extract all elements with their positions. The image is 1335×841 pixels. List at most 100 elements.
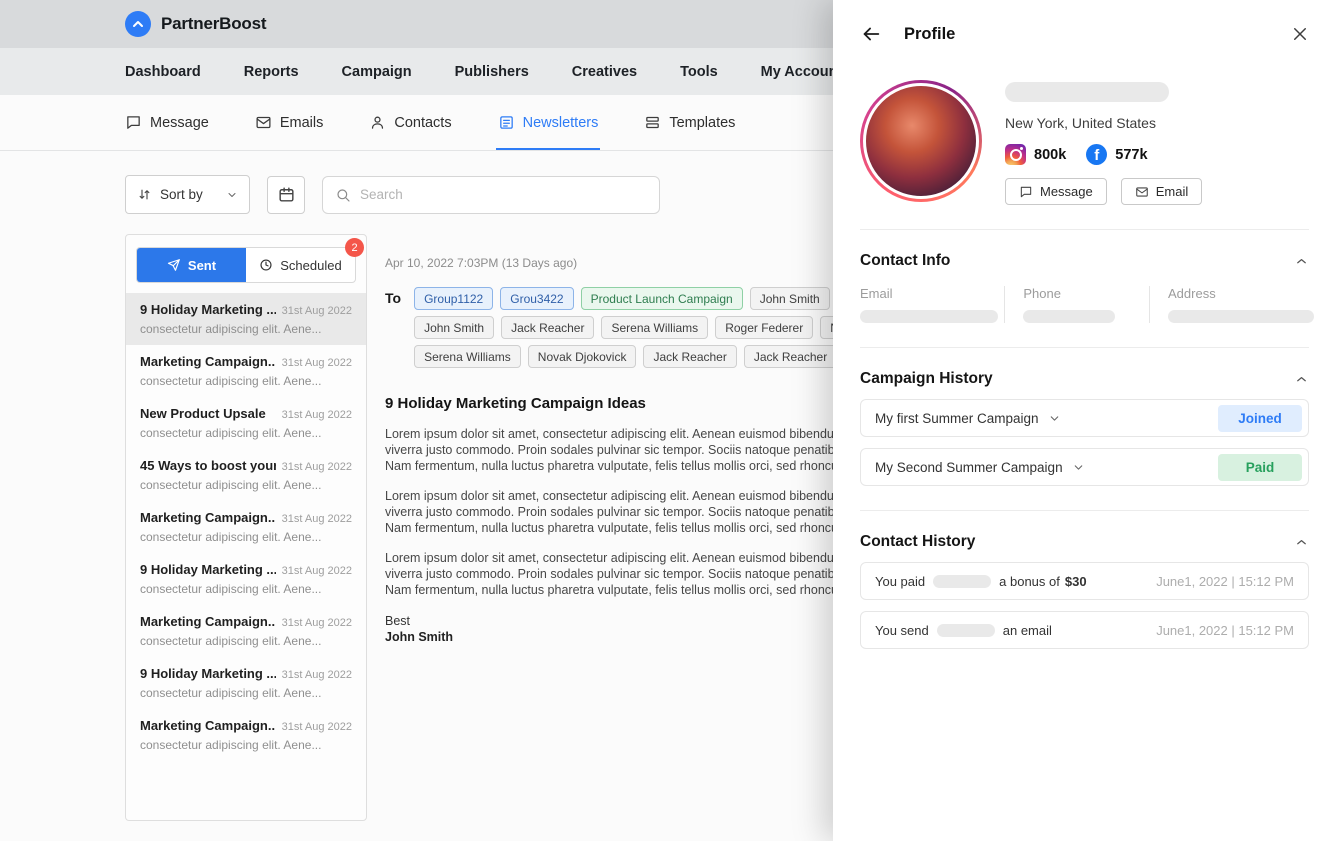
recipient-chip[interactable]: Jack Reacher bbox=[501, 316, 594, 339]
name-skeleton bbox=[1005, 82, 1169, 102]
campaign-row[interactable]: My first Summer Campaign Joined bbox=[860, 399, 1309, 437]
status-badge: Joined bbox=[1218, 405, 1302, 432]
collapse-contact-info-button[interactable] bbox=[1294, 254, 1309, 269]
item-date: 31st Aug 2022 bbox=[282, 461, 352, 473]
message-list-item[interactable]: Marketing Campaign...31st Aug 2022 conse… bbox=[126, 709, 366, 761]
history-text: You paid a bonus of $30 bbox=[875, 574, 1087, 589]
message-list-item[interactable]: New Product Upsale31st Aug 2022 consecte… bbox=[126, 397, 366, 449]
history-timestamp: June1, 2022 | 15:12 PM bbox=[1156, 623, 1302, 638]
message-button[interactable]: Message bbox=[1005, 178, 1107, 205]
recipient-chip[interactable]: Grou3422 bbox=[500, 287, 573, 310]
recipient-chip[interactable]: Group1122 bbox=[414, 287, 493, 310]
to-label: To bbox=[385, 290, 401, 368]
nav-dashboard[interactable]: Dashboard bbox=[125, 64, 201, 80]
drawer-header: Profile bbox=[860, 0, 1309, 64]
tab-contacts[interactable]: Contacts bbox=[369, 95, 451, 150]
newsletter-icon bbox=[498, 114, 515, 131]
sent-scheduled-toggle: Sent Scheduled 2 bbox=[136, 247, 356, 283]
sent-tab[interactable]: Sent bbox=[137, 248, 246, 282]
recipient-chip[interactable]: Jack Reacher bbox=[744, 345, 837, 368]
campaign-name: My Second Summer Campaign bbox=[875, 460, 1063, 475]
item-title: Marketing Campaign... bbox=[140, 354, 276, 369]
sent-tab-label: Sent bbox=[188, 258, 216, 273]
message-list-item[interactable]: Marketing Campaign...31st Aug 2022 conse… bbox=[126, 345, 366, 397]
contact-info-fields: Email Phone Address bbox=[860, 286, 1309, 323]
nav-creatives[interactable]: Creatives bbox=[572, 64, 637, 80]
close-icon bbox=[1291, 25, 1309, 43]
contact-info-title: Contact Info bbox=[860, 252, 950, 270]
divider bbox=[860, 347, 1309, 348]
scheduled-tab[interactable]: Scheduled bbox=[246, 248, 355, 282]
brand[interactable]: PartnerBoost bbox=[125, 11, 266, 37]
search-box[interactable] bbox=[322, 176, 660, 214]
nav-tools[interactable]: Tools bbox=[680, 64, 718, 80]
item-date: 31st Aug 2022 bbox=[282, 617, 352, 629]
profile-summary: New York, United States 800k 577k Messag… bbox=[860, 80, 1309, 205]
message-list-item[interactable]: 9 Holiday Marketing ...31st Aug 2022 con… bbox=[126, 657, 366, 709]
nav-reports[interactable]: Reports bbox=[244, 64, 299, 80]
contact-history-header: Contact History bbox=[860, 533, 1309, 551]
message-list-item[interactable]: 45 Ways to boost your...31st Aug 2022 co… bbox=[126, 449, 366, 501]
message-list-item[interactable]: 9 Holiday Marketing ...31st Aug 2022 con… bbox=[126, 293, 366, 345]
search-input[interactable] bbox=[360, 187, 647, 202]
item-title: Marketing Campaign... bbox=[140, 614, 276, 629]
social-counts: 800k 577k bbox=[1005, 144, 1202, 165]
contact-info-header: Contact Info bbox=[860, 252, 1309, 270]
email-icon bbox=[1135, 185, 1149, 199]
scheduled-count-badge: 2 bbox=[345, 238, 364, 257]
calendar-icon bbox=[277, 185, 296, 204]
recipient-chip[interactable]: John Smith bbox=[414, 316, 494, 339]
item-title: 9 Holiday Marketing ... bbox=[140, 666, 276, 681]
message-icon bbox=[125, 114, 142, 131]
recipient-chip[interactable]: Jack Reacher bbox=[643, 345, 736, 368]
recipient-chip[interactable]: Product Launch Campaign bbox=[581, 287, 743, 310]
tab-templates[interactable]: Templates bbox=[644, 95, 735, 150]
bonus-amount: $30 bbox=[1065, 574, 1087, 589]
item-preview: consectetur adipiscing elit. Aene... bbox=[140, 374, 352, 388]
tab-newsletters[interactable]: Newsletters bbox=[498, 95, 599, 150]
message-list-item[interactable]: Marketing Campaign... 31st Aug 2022 conse… bbox=[126, 501, 366, 553]
facebook-count: 577k bbox=[1115, 147, 1147, 163]
item-date: 31st Aug 2022 bbox=[282, 409, 352, 421]
tab-label: Message bbox=[150, 115, 209, 131]
arrow-left-icon bbox=[860, 23, 882, 45]
recipient-chip[interactable]: Roger Federer bbox=[715, 316, 813, 339]
contact-name-skeleton bbox=[937, 624, 995, 637]
campaign-row[interactable]: My Second Summer Campaign Paid bbox=[860, 448, 1309, 486]
tab-message[interactable]: Message bbox=[125, 95, 209, 150]
item-preview: consectetur adipiscing elit. Aene... bbox=[140, 738, 352, 752]
collapse-contact-history-button[interactable] bbox=[1294, 535, 1309, 550]
sort-by-dropdown[interactable]: Sort by bbox=[125, 175, 250, 214]
templates-icon bbox=[644, 114, 661, 131]
nav-my-account[interactable]: My Account bbox=[761, 64, 843, 80]
nav-campaign[interactable]: Campaign bbox=[342, 64, 412, 80]
campaign-history-list: My first Summer Campaign Joined My Secon… bbox=[860, 399, 1309, 486]
chevron-up-icon bbox=[1294, 254, 1309, 269]
tab-label: Contacts bbox=[394, 115, 451, 131]
back-button[interactable] bbox=[860, 23, 882, 45]
message-list-item[interactable]: Marketing Campaign...31st Aug 2022 conse… bbox=[126, 605, 366, 657]
phone-field-label: Phone bbox=[1023, 286, 1149, 301]
avatar-ring bbox=[860, 80, 982, 202]
message-button-label: Message bbox=[1040, 184, 1093, 199]
phone-skeleton bbox=[1023, 310, 1115, 323]
recipient-chip[interactable]: Novak Djokovick bbox=[528, 345, 637, 368]
chevron-down-icon[interactable] bbox=[1048, 412, 1061, 425]
recipient-chip[interactable]: Serena Williams bbox=[414, 345, 521, 368]
recipient-chip[interactable]: John Smith bbox=[750, 287, 830, 310]
item-title: 9 Holiday Marketing ... bbox=[140, 562, 276, 577]
recipient-chip[interactable]: Serena Williams bbox=[601, 316, 708, 339]
message-list-item[interactable]: 9 Holiday Marketing ...31st Aug 2022 con… bbox=[126, 553, 366, 605]
item-date: 31st Aug 2022 bbox=[282, 513, 352, 525]
nav-publishers[interactable]: Publishers bbox=[455, 64, 529, 80]
calendar-button[interactable] bbox=[267, 176, 305, 214]
close-button[interactable] bbox=[1291, 25, 1309, 43]
collapse-campaign-history-button[interactable] bbox=[1294, 372, 1309, 387]
chevron-down-icon[interactable] bbox=[1072, 461, 1085, 474]
profile-location: New York, United States bbox=[1005, 115, 1202, 131]
email-button[interactable]: Email bbox=[1121, 178, 1203, 205]
item-title: Marketing Campaign... bbox=[140, 510, 276, 525]
message-list-panel: Sent Scheduled 2 9 Holiday Marketing ...… bbox=[125, 234, 367, 821]
tab-emails[interactable]: Emails bbox=[255, 95, 324, 150]
item-preview: consectetur adipiscing elit. Aene... bbox=[140, 530, 352, 544]
